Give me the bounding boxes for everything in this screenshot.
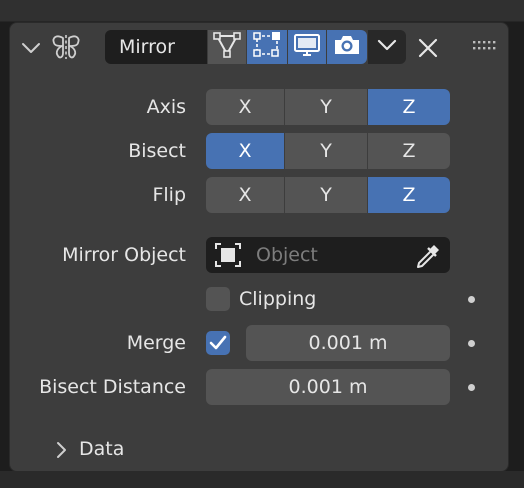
- panel-bottom-gap: [0, 471, 524, 488]
- clipping-animate-dot[interactable]: [468, 296, 475, 303]
- render-toggle[interactable]: [327, 30, 367, 64]
- bisect-distance-label: Bisect Distance: [39, 376, 186, 398]
- mirror-object-label: Mirror Object: [62, 244, 186, 266]
- data-subpanel-label: Data: [79, 438, 125, 460]
- mirror-modifier-icon: [50, 32, 82, 62]
- on-cage-toggle[interactable]: [247, 30, 287, 64]
- modifier-name-field[interactable]: Mirror: [105, 30, 207, 64]
- drag-handle-icon[interactable]: [472, 38, 496, 52]
- clipping-label[interactable]: Clipping: [239, 281, 316, 317]
- mirror-object-placeholder: Object: [256, 244, 318, 266]
- bisect-y-button[interactable]: Y: [285, 133, 367, 169]
- flip-z-button[interactable]: Z: [368, 177, 450, 213]
- merge-animate-dot[interactable]: [468, 340, 475, 347]
- realtime-display-toggle[interactable]: [288, 30, 326, 64]
- merge-checkbox[interactable]: [206, 331, 230, 355]
- bisect-z-button[interactable]: Z: [368, 133, 450, 169]
- camera-icon: [332, 32, 362, 62]
- bisect-x-button[interactable]: X: [206, 133, 284, 169]
- display-monitor-icon: [292, 32, 322, 62]
- clipping-checkbox[interactable]: [206, 287, 230, 311]
- merge-label: Merge: [126, 332, 186, 354]
- flip-x-button[interactable]: X: [206, 177, 284, 213]
- chevron-down-icon: [376, 35, 398, 59]
- merge-distance-field[interactable]: 0.001 m: [246, 325, 450, 361]
- flip-label: Flip: [152, 184, 186, 206]
- bisect-distance-animate-dot[interactable]: [468, 384, 475, 391]
- axis-y-button[interactable]: Y: [285, 89, 367, 125]
- bisect-label: Bisect: [128, 140, 186, 162]
- chevron-right-icon: [54, 440, 68, 464]
- bisect-distance-field[interactable]: 0.001 m: [206, 369, 450, 405]
- eyedropper-icon[interactable]: [414, 242, 442, 274]
- edit-mode-icon: [212, 31, 242, 63]
- collapse-chevron-down-icon[interactable]: [20, 38, 42, 58]
- previous-panel-strip: [0, 0, 524, 22]
- modifier-menu-button[interactable]: [368, 30, 406, 64]
- axis-x-button[interactable]: X: [206, 89, 284, 125]
- data-subpanel-header[interactable]: Data: [52, 432, 252, 466]
- flip-y-button[interactable]: Y: [285, 177, 367, 213]
- edit-mode-toggle[interactable]: [208, 30, 246, 64]
- mirror-object-field[interactable]: Object: [206, 237, 450, 273]
- object-icon: [214, 242, 242, 272]
- delete-modifier-close-icon[interactable]: [416, 36, 440, 60]
- axis-z-button[interactable]: Z: [368, 89, 450, 125]
- checkmark-icon: [209, 335, 227, 350]
- on-cage-icon: [251, 30, 283, 64]
- axis-label: Axis: [146, 96, 186, 118]
